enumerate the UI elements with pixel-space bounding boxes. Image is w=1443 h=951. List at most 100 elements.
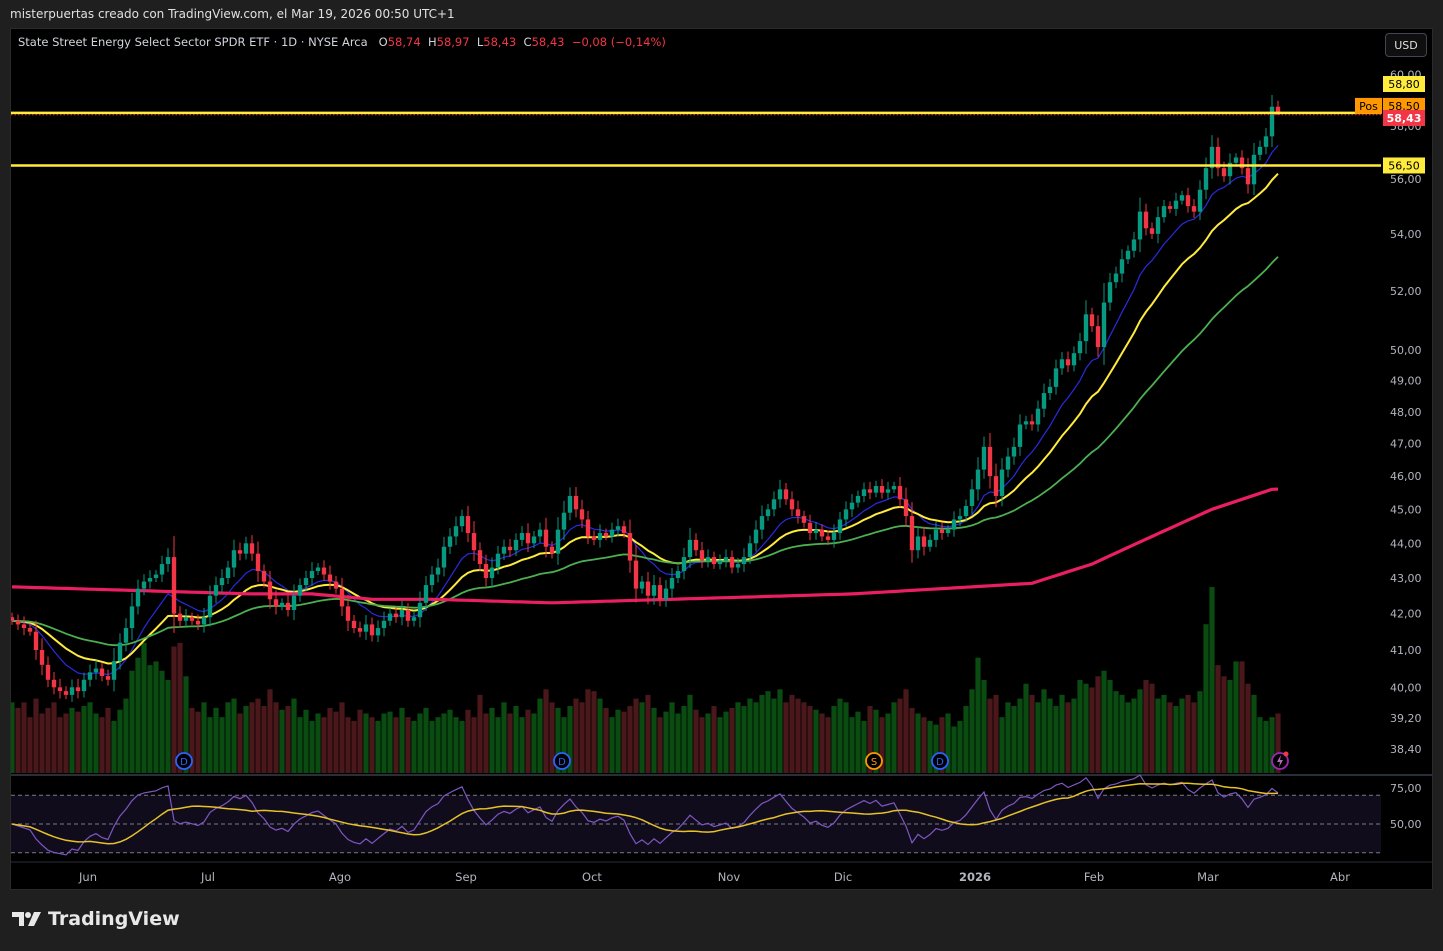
volume-bar: [465, 709, 471, 773]
candle-body: [1089, 314, 1095, 327]
volume-bar: [111, 720, 117, 773]
candle-body: [975, 469, 981, 490]
candle-body: [645, 581, 651, 596]
candle-body: [201, 617, 207, 625]
candle-body: [399, 610, 405, 618]
volume-bar: [657, 717, 663, 773]
volume-bar: [615, 709, 621, 773]
volume-bar: [741, 706, 747, 773]
candle-body: [909, 516, 915, 551]
volume-bar: [279, 709, 285, 773]
volume-bar: [723, 711, 729, 773]
candle-body: [237, 550, 243, 554]
symbol-title[interactable]: State Street Energy Select Sector SPDR E…: [18, 35, 368, 49]
volume-bar: [591, 691, 597, 773]
candle-body: [1191, 206, 1197, 212]
currency-button[interactable]: USD: [1385, 33, 1427, 57]
volume-bar: [891, 702, 897, 773]
candle-body: [219, 578, 225, 586]
candle-body: [471, 533, 477, 551]
volume-bar: [975, 657, 981, 773]
volume-bar: [1251, 694, 1257, 773]
price-tick-label: 47,00: [1390, 438, 1422, 451]
candle-body: [585, 519, 591, 537]
volume-bar: [339, 702, 345, 773]
volume-bar: [1083, 683, 1089, 773]
candle-body: [507, 546, 513, 551]
candle-body: [243, 543, 249, 554]
candle-body: [11, 617, 15, 621]
candle-body: [99, 668, 105, 677]
candle-body: [1185, 195, 1191, 207]
volume-bar: [123, 698, 129, 773]
candle-body: [1047, 386, 1053, 394]
price-chart[interactable]: D D S D60,0058,0056,0054,0052,0050,0049,004…: [0, 0, 1443, 951]
candle-body: [261, 571, 267, 582]
volume-bar: [675, 713, 681, 773]
candle-body: [873, 486, 879, 493]
volume-bar: [435, 717, 441, 773]
candle-body: [1083, 314, 1089, 342]
volume-bar: [993, 694, 999, 773]
candle-body: [963, 505, 969, 517]
candle-body: [795, 509, 801, 517]
candle-body: [807, 522, 813, 534]
candle-body: [885, 489, 891, 493]
volume-bar: [525, 709, 531, 773]
close-label: C: [523, 35, 532, 49]
volume-bar: [1125, 702, 1131, 773]
volume-bar: [255, 698, 261, 773]
volume-bar: [957, 720, 963, 773]
volume-bar: [45, 707, 51, 773]
volume-bar: [753, 702, 759, 773]
volume-bar: [861, 720, 867, 773]
candle-body: [369, 624, 375, 636]
volume-bar: [429, 720, 435, 773]
candle-body: [939, 529, 945, 534]
volume-bar: [1257, 717, 1263, 773]
candle-body: [39, 650, 45, 665]
candle-body: [159, 564, 165, 575]
rsi-tick-label: 75,00: [1390, 782, 1422, 795]
volume-bar: [15, 707, 21, 773]
volume-bar: [1005, 702, 1011, 773]
volume-bar: [483, 713, 489, 773]
volume-bar: [1137, 689, 1143, 773]
volume-bar: [897, 698, 903, 773]
volume-bar: [1047, 698, 1053, 773]
volume-bar: [363, 713, 369, 773]
candle-body: [381, 620, 387, 629]
candle-body: [1149, 228, 1155, 234]
candle-body: [741, 557, 747, 565]
high-label: H: [427, 35, 437, 49]
volume-bar: [117, 709, 123, 773]
candle-body: [291, 595, 297, 611]
price-tick-label: 42,00: [1390, 608, 1422, 621]
volume-bar: [639, 702, 645, 773]
volume-bar: [669, 702, 675, 773]
volume-bar: [501, 702, 507, 773]
candle-body: [177, 613, 183, 621]
volume-bar: [825, 717, 831, 773]
candle-body: [1095, 326, 1101, 348]
candle-body: [861, 489, 867, 496]
candle-body: [831, 533, 837, 540]
volume-bar: [99, 717, 105, 773]
price-tick-label: 48,00: [1390, 406, 1422, 419]
volume-bar: [519, 717, 525, 773]
candle-body: [165, 557, 171, 565]
candle-body: [735, 564, 741, 568]
tradingview-logo[interactable]: TradingView: [12, 908, 180, 930]
candle-body: [429, 574, 435, 586]
candle-body: [297, 585, 303, 596]
price-tick-label: 41,00: [1390, 644, 1422, 657]
volume-bar: [1167, 702, 1173, 773]
volume-bar: [585, 689, 591, 773]
volume-bar: [297, 717, 303, 773]
volume-bar: [1197, 691, 1203, 773]
time-tick-label: Sep: [455, 870, 477, 884]
candle-body: [555, 529, 561, 554]
volume-bar: [405, 717, 411, 773]
volume-bar: [135, 657, 141, 773]
candle-body: [279, 602, 285, 607]
